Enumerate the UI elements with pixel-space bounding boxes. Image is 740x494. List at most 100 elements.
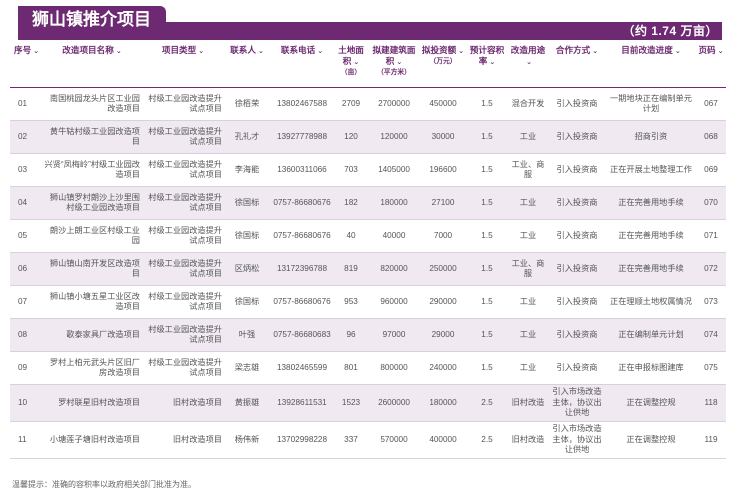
header-cell[interactable]: 项目类型 ⌄ — [142, 42, 224, 88]
page-number: 075 — [696, 351, 726, 385]
plot-ratio: 1.5 — [466, 318, 508, 352]
table-row: 09 罗村上柏元武头片区旧厂房改造项目 村级工业园改造提升试点项目 梁志雄 138024… — [10, 351, 726, 385]
table-row: 08 歌泰家具厂改造项目 村级工业园改造提升试点项目 叶强 0757-86680683 9… — [10, 318, 726, 352]
header-cell[interactable]: 拟建建筑面积 ⌄ （平方米） — [368, 42, 420, 88]
header-cell[interactable]: 土地面积 ⌄ （亩） — [334, 42, 368, 88]
row-index: 09 — [10, 351, 42, 385]
header-cell[interactable]: 改造项目名称 ⌄ — [42, 42, 142, 88]
cooperation: 引入市场改造主体，协议出让供地 — [548, 421, 606, 459]
contact-person: 李海能 — [224, 153, 270, 187]
project-name: 狮山镇小塘五星工业区改造项目 — [42, 285, 142, 319]
footer-note: 温馨提示：准确的容积率以政府相关部门批准为准。 — [12, 480, 196, 489]
land-area: 337 — [334, 421, 368, 459]
progress: 正在开展土地整理工作 — [606, 153, 696, 187]
project-type: 村级工业园改造提升试点项目 — [142, 186, 224, 220]
header-cell[interactable]: 联系人 ⌄ — [224, 42, 270, 88]
contact-person: 徐栢荣 — [224, 87, 270, 121]
page-number: 068 — [696, 120, 726, 154]
header-cell[interactable]: 预计容积率 ⌄ — [466, 42, 508, 88]
row-index: 06 — [10, 252, 42, 286]
land-area: 953 — [334, 285, 368, 319]
plot-ratio: 2.5 — [466, 384, 508, 422]
building-area: 2700000 — [368, 87, 420, 121]
land-area: 2709 — [334, 87, 368, 121]
chevron-down-icon: ⌄ — [115, 48, 122, 55]
contact-phone: 13172396788 — [270, 252, 334, 286]
header-cell[interactable]: 联系电话 ⌄ — [270, 42, 334, 88]
project-type: 村级工业园改造提升试点项目 — [142, 120, 224, 154]
project-type: 村级工业园改造提升试点项目 — [142, 153, 224, 187]
usage: 旧村改造 — [508, 421, 548, 459]
usage: 工业 — [508, 318, 548, 352]
table-row: 02 黄牛轱村级工业园改造项目 村级工业园改造提升试点项目 孔礼才 1392777898… — [10, 120, 726, 154]
contact-phone: 13927778988 — [270, 120, 334, 154]
plot-ratio: 1.5 — [466, 87, 508, 121]
table-row: 10 罗村联星旧村改造项目 旧村改造项目 黄振雄 13928611531 1523 2600… — [10, 384, 726, 422]
contact-person: 徐国标 — [224, 285, 270, 319]
progress: 正在调整控规 — [606, 384, 696, 422]
investment: 27100 — [420, 186, 466, 220]
investment: 250000 — [420, 252, 466, 286]
contact-phone: 13802465599 — [270, 351, 334, 385]
page-number: 074 — [696, 318, 726, 352]
contact-phone: 0757-86680683 — [270, 318, 334, 352]
usage: 工业、商服 — [508, 252, 548, 286]
header-cell[interactable]: 页码 ⌄ — [696, 42, 726, 88]
chevron-down-icon: ⌄ — [592, 48, 599, 55]
table-row: 05 朗沙上朗工业区村级工业园 村级工业园改造提升试点项目 徐国标 0757-86680… — [10, 219, 726, 253]
building-area: 800000 — [368, 351, 420, 385]
plot-ratio: 1.5 — [466, 285, 508, 319]
project-name: 小塘莲子塘旧村改造项目 — [42, 421, 142, 459]
investment: 196600 — [420, 153, 466, 187]
investment: 240000 — [420, 351, 466, 385]
header-cell[interactable]: 合作方式 ⌄ — [548, 42, 606, 88]
contact-phone: 0757-86680676 — [270, 285, 334, 319]
row-index: 03 — [10, 153, 42, 187]
contact-person: 叶强 — [224, 318, 270, 352]
project-name: 罗村上柏元武头片区旧厂房改造项目 — [42, 351, 142, 385]
progress: 正在完善用地手续 — [606, 219, 696, 253]
investment: 290000 — [420, 285, 466, 319]
cooperation: 引入投资商 — [548, 87, 606, 121]
project-type: 村级工业园改造提升试点项目 — [142, 285, 224, 319]
plot-ratio: 1.5 — [466, 120, 508, 154]
header-cell[interactable]: 拟投资额 ⌄ （万元） — [420, 42, 466, 88]
row-index: 11 — [10, 421, 42, 459]
investment: 400000 — [420, 421, 466, 459]
contact-person: 杨伟新 — [224, 421, 270, 459]
table-row: 11 小塘莲子塘旧村改造项目 旧村改造项目 杨伟新 13702998228 337 5700… — [10, 421, 726, 459]
contact-phone: 0757-86680676 — [270, 186, 334, 220]
row-index: 07 — [10, 285, 42, 319]
chevron-down-icon: ⌄ — [353, 59, 360, 66]
project-type: 村级工业园改造提升试点项目 — [142, 87, 224, 121]
row-index: 02 — [10, 120, 42, 154]
table-row: 06 狮山镇山南开发区改造项目 村级工业园改造提升试点项目 区炳松 1317239678… — [10, 252, 726, 286]
chevron-down-icon: ⌄ — [674, 48, 681, 55]
cooperation: 引入投资商 — [548, 252, 606, 286]
contact-phone: 0757-86680676 — [270, 219, 334, 253]
header-cell[interactable]: 序号 ⌄ — [10, 42, 42, 88]
contact-person: 徐国标 — [224, 219, 270, 253]
progress: 正在编制单元计划 — [606, 318, 696, 352]
header-cell[interactable]: 改造用途⌄ — [508, 42, 548, 88]
cooperation: 引入投资商 — [548, 285, 606, 319]
investment: 7000 — [420, 219, 466, 253]
plot-ratio: 2.5 — [466, 421, 508, 459]
project-name: 歌泰家具厂改造项目 — [42, 318, 142, 352]
investment: 29000 — [420, 318, 466, 352]
land-area: 96 — [334, 318, 368, 352]
cooperation: 引入投资商 — [548, 120, 606, 154]
investment: 180000 — [420, 384, 466, 422]
contact-phone: 13702998228 — [270, 421, 334, 459]
chevron-down-icon: ⌄ — [257, 48, 264, 55]
plot-ratio: 1.5 — [466, 153, 508, 187]
table-header-row: 序号 ⌄ 改造项目名称 ⌄ 项目类型 ⌄ 联系人 ⌄ 联系电话 ⌄ 土地面积 ⌄ （亩） 拟建… — [10, 42, 726, 88]
cooperation: 引入投资商 — [548, 186, 606, 220]
cooperation: 引入投资商 — [548, 219, 606, 253]
chevron-down-icon: ⌄ — [317, 48, 324, 55]
project-type: 旧村改造项目 — [142, 421, 224, 459]
chevron-down-icon: ⌄ — [717, 48, 724, 55]
header-cell[interactable]: 目前改造进度 ⌄ — [606, 42, 696, 88]
page-title: 狮山镇推介项目 — [18, 6, 166, 34]
usage: 工业 — [508, 285, 548, 319]
